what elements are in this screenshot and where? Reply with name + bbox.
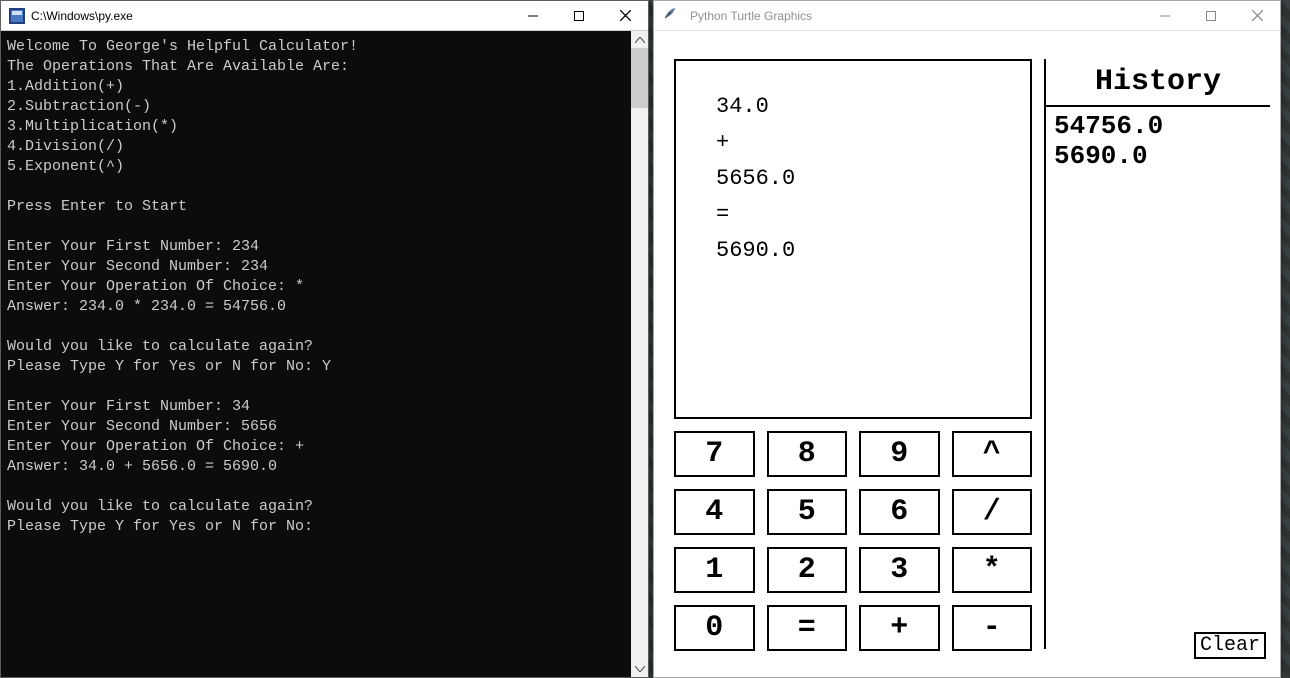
display-line: 5656.0 — [716, 161, 990, 197]
calc-key-8[interactable]: 8 — [767, 431, 848, 477]
scroll-track[interactable] — [631, 48, 648, 660]
turtle-canvas: 34.0+5656.0=5690.0 789^456/123*0=+- Hist… — [654, 31, 1280, 677]
minimize-button[interactable] — [1142, 1, 1188, 30]
console-body: Welcome To George's Helpful Calculator! … — [1, 31, 648, 677]
calc-key-4[interactable]: 4 — [674, 489, 755, 535]
calculator-display: 34.0+5656.0=5690.0 — [674, 59, 1032, 419]
calc-key-/[interactable]: / — [952, 489, 1033, 535]
turtle-window-controls — [1142, 1, 1280, 30]
console-title: C:\Windows\py.exe — [31, 9, 510, 23]
console-titlebar[interactable]: C:\Windows\py.exe — [1, 1, 648, 31]
display-line: + — [716, 125, 990, 161]
history-item: 54756.0 — [1054, 111, 1262, 141]
calc-key-6[interactable]: 6 — [859, 489, 940, 535]
turtle-window: Python Turtle Graphics 34.0+5656.0=5690.… — [653, 0, 1281, 678]
calc-key-5[interactable]: 5 — [767, 489, 848, 535]
turtle-titlebar[interactable]: Python Turtle Graphics — [654, 1, 1280, 31]
console-scrollbar[interactable] — [631, 31, 648, 677]
console-output[interactable]: Welcome To George's Helpful Calculator! … — [1, 31, 631, 677]
close-button[interactable] — [602, 1, 648, 30]
calc-key-=[interactable]: = — [767, 605, 848, 651]
calc-key-7[interactable]: 7 — [674, 431, 755, 477]
scroll-up-icon[interactable] — [631, 31, 648, 48]
console-window-controls — [510, 1, 648, 30]
turtle-title: Python Turtle Graphics — [684, 9, 1142, 23]
console-app-icon — [9, 8, 25, 24]
maximize-button[interactable] — [1188, 1, 1234, 30]
history-item: 5690.0 — [1054, 141, 1262, 171]
close-button[interactable] — [1234, 1, 1280, 30]
maximize-button[interactable] — [556, 1, 602, 30]
calc-key-+[interactable]: + — [859, 605, 940, 651]
minimize-button[interactable] — [510, 1, 556, 30]
calculator-keypad: 789 ^ 456 / 123 * 0 =+- — [674, 431, 1032, 651]
turtle-app-icon — [662, 5, 678, 26]
calc-key-0[interactable]: 0 — [674, 605, 755, 651]
display-line: 34.0 — [716, 89, 990, 125]
history-panel: History 54756.05690.0 — [1044, 59, 1270, 649]
history-title: History — [1046, 59, 1270, 107]
scroll-down-icon[interactable] — [631, 660, 648, 677]
display-line: 5690.0 — [716, 233, 990, 269]
calc-key-2[interactable]: 2 — [767, 547, 848, 593]
history-list: 54756.05690.0 — [1046, 107, 1270, 175]
calc-key-^[interactable]: ^ — [952, 431, 1033, 477]
calc-key-9[interactable]: 9 — [859, 431, 940, 477]
console-window: C:\Windows\py.exe Welcome To George's He… — [0, 0, 649, 678]
calc-key-1[interactable]: 1 — [674, 547, 755, 593]
scroll-thumb[interactable] — [631, 48, 648, 108]
display-line: = — [716, 197, 990, 233]
calc-key-3[interactable]: 3 — [859, 547, 940, 593]
calc-key--[interactable]: - — [952, 605, 1033, 651]
clear-button[interactable]: Clear — [1194, 632, 1266, 659]
calc-key-*[interactable]: * — [952, 547, 1033, 593]
